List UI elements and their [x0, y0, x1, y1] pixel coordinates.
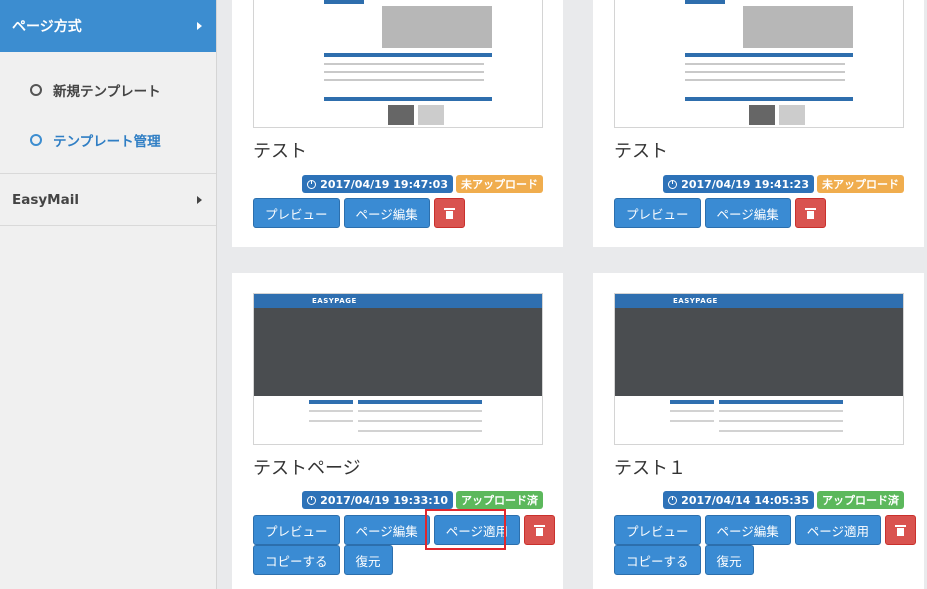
copy-button[interactable]: コピーする — [253, 545, 340, 575]
template-card: EASYPAGE テスト１ 2017/04/14 14:05:35 アップロード… — [593, 273, 924, 589]
trash-icon — [534, 524, 546, 536]
timestamp-badge: 2017/04/14 14:05:35 — [663, 491, 814, 509]
timestamp-badge: 2017/04/19 19:33:10 — [302, 491, 453, 509]
edit-page-button[interactable]: ページ編集 — [343, 515, 430, 545]
template-thumbnail[interactable]: EASYPAGE — [614, 293, 904, 445]
template-card: テスト 2017/04/19 19:47:03 未アップロード プレビュー ペー… — [232, 0, 563, 247]
copy-button[interactable]: コピーする — [614, 545, 701, 575]
delete-button[interactable] — [794, 198, 826, 228]
preview-button[interactable]: プレビュー — [253, 515, 340, 545]
caret-right-icon — [197, 195, 202, 204]
template-meta: 2017/04/19 19:47:03 未アップロード — [302, 175, 543, 193]
restore-button[interactable]: 復元 — [343, 545, 393, 575]
sidebar-item-label: テンプレート管理 — [53, 134, 161, 150]
clock-icon — [307, 179, 317, 189]
clock-icon — [668, 179, 678, 189]
edit-page-button[interactable]: ページ編集 — [343, 198, 430, 228]
sidebar-item-label: 新規テンプレート — [53, 84, 161, 100]
delete-button[interactable] — [885, 515, 917, 545]
delete-button[interactable] — [524, 515, 556, 545]
template-meta: 2017/04/14 14:05:35 アップロード済 — [663, 491, 904, 509]
sidebar-submenu: 新規テンプレート テンプレート管理 — [0, 52, 216, 174]
clock-icon — [307, 495, 317, 505]
sidebar-item-page-method[interactable]: ページ方式 — [0, 0, 216, 52]
preview-button[interactable]: プレビュー — [614, 515, 701, 545]
trash-icon — [804, 207, 816, 219]
highlight-box — [425, 509, 506, 550]
sidebar-item-easymail[interactable]: EasyMail — [0, 174, 216, 226]
apply-page-button[interactable]: ページ適用 — [794, 515, 882, 545]
sidebar: ページ方式 新規テンプレート テンプレート管理 EasyMail — [0, 0, 217, 589]
template-title: テスト — [614, 141, 668, 162]
trash-icon — [443, 207, 455, 219]
template-meta: 2017/04/19 19:33:10 アップロード済 — [302, 491, 543, 509]
timestamp-badge: 2017/04/19 19:47:03 — [302, 175, 453, 193]
restore-button[interactable]: 復元 — [704, 545, 754, 575]
clock-icon — [668, 495, 678, 505]
template-actions-secondary: コピーする 復元 — [614, 545, 754, 575]
status-badge: 未アップロード — [817, 175, 904, 193]
sidebar-item-label: ページ方式 — [12, 19, 82, 35]
sidebar-item-template-manage[interactable]: テンプレート管理 — [30, 130, 161, 150]
preview-button[interactable]: プレビュー — [614, 198, 701, 228]
status-badge: 未アップロード — [456, 175, 543, 193]
template-actions: プレビュー ページ編集 ページ適用 — [614, 515, 917, 545]
preview-button[interactable]: プレビュー — [253, 198, 340, 228]
template-title: テストページ — [253, 458, 361, 479]
template-meta: 2017/04/19 19:41:23 未アップロード — [663, 175, 904, 193]
trash-icon — [895, 524, 907, 536]
circle-icon — [30, 134, 42, 146]
template-title: テスト１ — [614, 458, 686, 479]
template-thumbnail[interactable]: EASYPAGE — [253, 293, 543, 445]
easypage-logo: EASYPAGE — [312, 297, 357, 305]
template-card: テスト 2017/04/19 19:41:23 未アップロード プレビュー ペー… — [593, 0, 924, 247]
status-badge: アップロード済 — [817, 491, 904, 509]
template-card: EASYPAGE テストページ 2017/04/19 19:33:10 アップロ… — [232, 273, 563, 589]
circle-icon — [30, 84, 42, 96]
sidebar-item-label: EasyMail — [12, 191, 79, 208]
template-actions: プレビュー ページ編集 — [614, 198, 826, 228]
template-thumbnail[interactable] — [253, 0, 543, 128]
sidebar-item-new-template[interactable]: 新規テンプレート — [30, 80, 161, 100]
template-actions-secondary: コピーする 復元 — [253, 545, 393, 575]
template-actions: プレビュー ページ編集 ページ適用 — [253, 515, 556, 545]
caret-right-icon — [197, 22, 202, 30]
easypage-logo: EASYPAGE — [673, 297, 718, 305]
template-actions: プレビュー ページ編集 — [253, 198, 465, 228]
template-thumbnail[interactable] — [614, 0, 904, 128]
delete-button[interactable] — [433, 198, 465, 228]
edit-page-button[interactable]: ページ編集 — [704, 515, 791, 545]
edit-page-button[interactable]: ページ編集 — [704, 198, 791, 228]
template-title: テスト — [253, 141, 307, 162]
timestamp-badge: 2017/04/19 19:41:23 — [663, 175, 814, 193]
status-badge: アップロード済 — [456, 491, 543, 509]
